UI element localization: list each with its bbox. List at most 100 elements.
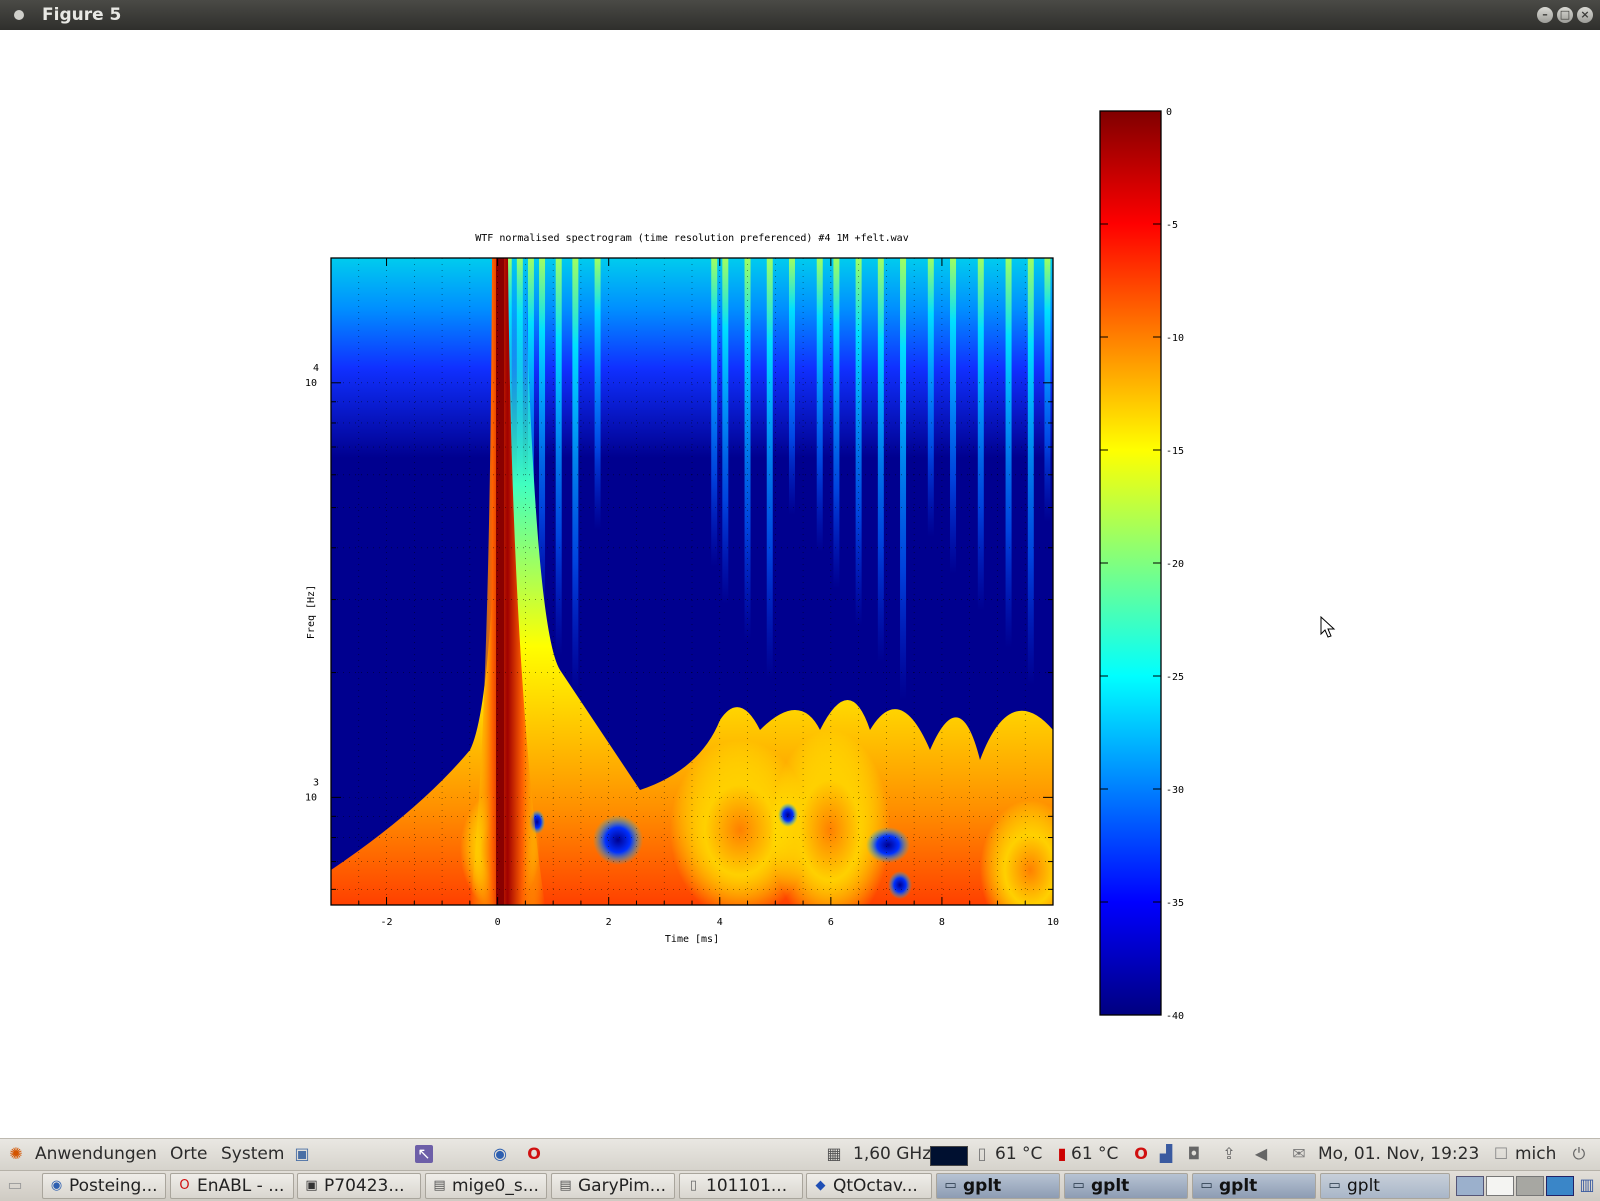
taskbar-item-label: 101101...: [706, 1176, 788, 1196]
taskbar-item[interactable]: ◉ Posteing...: [42, 1173, 166, 1199]
user-name[interactable]: mich: [1515, 1143, 1556, 1165]
mail-icon[interactable]: ✉: [1290, 1145, 1308, 1163]
opera-icon: O: [179, 1178, 190, 1193]
main-impulse: [496, 258, 504, 905]
octave-icon: ◆: [815, 1178, 826, 1193]
streak: [1044, 258, 1051, 522]
taskbar-item[interactable]: ◆ QtOctav...: [806, 1173, 932, 1199]
thunderbird-icon: ◉: [50, 1178, 63, 1193]
ubuntu-logo-icon[interactable]: ✺: [7, 1145, 25, 1163]
taskbar-item-label: mige0_s...: [452, 1176, 539, 1196]
x-axis-label: Time [ms]: [665, 934, 719, 945]
colorbar-tick-label: -10: [1166, 333, 1184, 344]
taskbar-item[interactable]: ▭ gplt: [936, 1173, 1060, 1199]
document-icon: ▤: [559, 1178, 572, 1193]
streak: [927, 258, 934, 537]
colorbar-tick-label: -25: [1166, 672, 1184, 683]
trash-icon[interactable]: ▥: [1578, 1176, 1596, 1194]
opera-tray-icon[interactable]: O: [1132, 1145, 1150, 1163]
streak: [766, 258, 773, 678]
opera-launcher-icon[interactable]: O: [525, 1145, 543, 1163]
close-icon[interactable]: ×: [1577, 7, 1593, 23]
colorbar-tick-label: -20: [1166, 559, 1184, 570]
workspace-4[interactable]: [1546, 1176, 1574, 1196]
hotspot-2: [770, 730, 890, 905]
x-tick-label: 8: [939, 917, 945, 928]
x-tick-label: 6: [828, 917, 834, 928]
taskbar-item[interactable]: ▭ gplt: [1320, 1173, 1450, 1199]
taskbar-item-label: gplt: [1219, 1176, 1258, 1196]
taskbar-item-label: P70423...: [324, 1176, 405, 1196]
mouse-cursor-icon: [1320, 616, 1336, 638]
temperature-2: 61 °C: [1071, 1144, 1119, 1164]
workspace-1[interactable]: [1456, 1176, 1484, 1196]
hotspot-3: [980, 800, 1053, 905]
taskbar-item[interactable]: ▭ gplt: [1064, 1173, 1188, 1199]
package-icon[interactable]: ▣: [293, 1145, 311, 1163]
menu-applications[interactable]: Anwendungen: [35, 1143, 157, 1165]
taskbar-item[interactable]: ▯ 101101...: [679, 1173, 803, 1199]
menu-places[interactable]: Orte: [170, 1143, 208, 1165]
streak: [950, 258, 957, 574]
taskbar-item-label: gplt: [1091, 1176, 1130, 1196]
taskbar-item[interactable]: ▤ GaryPim...: [551, 1173, 675, 1199]
clock[interactable]: Mo, 01. Nov, 19:23: [1318, 1143, 1479, 1165]
x-tick-label: 10: [1047, 917, 1059, 928]
x-tick-label: 0: [495, 917, 501, 928]
taskbar-item[interactable]: ▭ gplt: [1192, 1173, 1316, 1199]
streak: [1005, 258, 1012, 648]
thermometer-icon: ▯: [977, 1144, 987, 1163]
workspace-2[interactable]: [1486, 1176, 1514, 1196]
y-tick-label-exponent: 4: [313, 363, 319, 374]
taskbar-item-label: QtOctav...: [833, 1176, 918, 1196]
minimize-icon[interactable]: –: [1537, 7, 1553, 23]
menu-system[interactable]: System: [221, 1143, 284, 1165]
taskbar-item-label: Posteing...: [69, 1176, 158, 1196]
bottom-panel: ▭ ◉ Posteing... O EnABL - ... ▣ P70423... ▤ mig…: [0, 1170, 1600, 1201]
text-file-icon: ▯: [689, 1178, 698, 1193]
streak: [572, 258, 579, 693]
colorbar: [1099, 110, 1162, 1016]
window-menu-icon[interactable]: [14, 10, 24, 20]
workspace-3[interactable]: [1516, 1176, 1544, 1196]
y-tick-label-base: 10: [305, 792, 317, 803]
hole-2: [866, 827, 910, 863]
image-icon: ▣: [305, 1178, 318, 1193]
hole-4: [778, 803, 798, 827]
maximize-icon[interactable]: □: [1557, 7, 1573, 23]
colorbar-tick-label: -5: [1166, 220, 1178, 231]
colorbar-tick-label: -30: [1166, 785, 1184, 796]
volume-icon[interactable]: ◀: [1252, 1145, 1270, 1163]
power-icon[interactable]: ⏻: [1570, 1145, 1588, 1163]
cpu-frequency: 1,60 GHz: [853, 1144, 932, 1164]
taskbar-item-label: EnABL - ...: [197, 1176, 285, 1196]
user-checkbox-icon[interactable]: ☐: [1492, 1145, 1510, 1163]
window-icon: ▭: [1072, 1178, 1085, 1193]
streak: [833, 258, 840, 589]
x-tick-label: -2: [381, 917, 393, 928]
y-tick-label-exponent: 3: [313, 777, 319, 788]
colorbar-tick-label: -35: [1166, 898, 1184, 909]
x-tick-label: 4: [717, 917, 723, 928]
spectrogram-figure: WTF normalised spectrogram (time resolut…: [305, 107, 1184, 1022]
show-desktop-icon[interactable]: ▭: [6, 1176, 24, 1194]
updates-icon[interactable]: ⇪: [1220, 1145, 1238, 1163]
colorbar-tick-label: 0: [1166, 107, 1172, 118]
taskbar-item-label: gplt: [963, 1176, 1002, 1196]
taskbar-item[interactable]: ▤ mige0_s...: [425, 1173, 547, 1199]
taskbar-item[interactable]: ▣ P70423...: [297, 1173, 421, 1199]
screenshot-launcher-icon[interactable]: ↖: [415, 1145, 433, 1163]
x-tick-label: 2: [606, 917, 612, 928]
colorbar-tick-label: -15: [1166, 446, 1184, 457]
thermometer-hot-icon: ▮: [1057, 1144, 1067, 1163]
window-titlebar: Figure 5 – □ ×: [0, 0, 1600, 30]
thunderbird-launcher-icon[interactable]: ◉: [491, 1145, 509, 1163]
streak: [722, 258, 729, 604]
taskbar-item[interactable]: O EnABL - ...: [170, 1173, 294, 1199]
streak: [900, 258, 907, 700]
document-icon: ▤: [433, 1178, 446, 1193]
disk-icon[interactable]: ◘: [1185, 1145, 1203, 1163]
network-signal-icon[interactable]: ▟: [1157, 1145, 1175, 1163]
system-monitor-graph[interactable]: [930, 1146, 968, 1166]
window-icon: ▭: [1200, 1178, 1213, 1193]
